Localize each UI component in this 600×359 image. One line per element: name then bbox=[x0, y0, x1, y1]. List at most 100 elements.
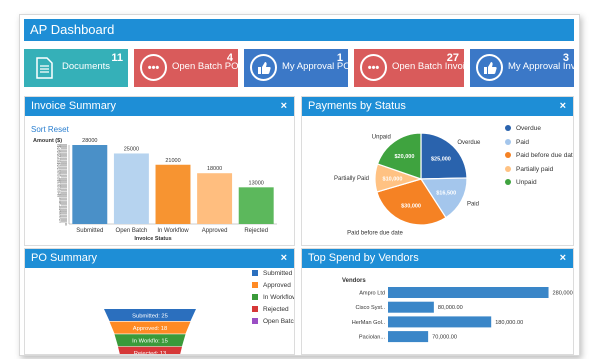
tile-my-approval-pos-label: My Approval POs bbox=[282, 61, 356, 72]
po-summary-legend: Submitted Approved In Workflow Rejected Open… bbox=[252, 270, 295, 330]
legend-item-paid[interactable]: Paid bbox=[505, 138, 573, 153]
vendor-bar-cisco-syst bbox=[388, 301, 434, 313]
tile-my-approval-invoices[interactable]: My Approval Invoices 3 bbox=[470, 49, 579, 87]
legend-item-overdue[interactable]: Overdue bbox=[505, 125, 573, 139]
vendor-value-label: 280,000.00 bbox=[553, 291, 574, 297]
x-tick-label: Rejected bbox=[244, 228, 268, 234]
pie-outer-label: Paid before due date bbox=[347, 231, 403, 237]
legend-label: Rejected bbox=[263, 306, 289, 313]
pie-value-label: $16,500 bbox=[436, 190, 456, 196]
invoice-summary-panel: Invoice Summary × Sort Reset Amount ($) 0… bbox=[24, 96, 295, 246]
thumbs-up-icon bbox=[250, 54, 277, 81]
top-spend-title: Top Spend by Vendors bbox=[308, 252, 419, 264]
more-icon: ••• bbox=[360, 54, 387, 81]
invoice-summary-close-button[interactable]: × bbox=[281, 97, 287, 116]
legend-item-submitted[interactable]: Submitted bbox=[252, 270, 294, 282]
po-summary-header: PO Summary × bbox=[25, 249, 294, 268]
legend-item-rejected[interactable]: Rejected bbox=[252, 306, 294, 318]
funnel-label: Submitted: 25 bbox=[132, 313, 168, 319]
pie-outer-label: Unpaid bbox=[372, 135, 391, 141]
legend-item-partially-paid[interactable]: Partially paid bbox=[505, 165, 573, 180]
top-spend-chart: Vendors Ampro Ltd 280,000.00 Cisco Syst.. 80… bbox=[342, 278, 574, 343]
y-tick-label: 28000 bbox=[57, 143, 67, 147]
funnel-label: Approved: 18 bbox=[133, 326, 167, 332]
tile-my-approval-invoices-count: 3 bbox=[562, 52, 569, 64]
legend-item-paid-before-due-date[interactable]: Paid before due date bbox=[505, 152, 574, 166]
pie-value-label: $10,000 bbox=[383, 176, 403, 182]
funnel-label: Rejected: 13 bbox=[134, 351, 167, 355]
tile-my-approval-invoices-label: My Approval Invoices bbox=[508, 61, 580, 72]
pie-value-label: $30,000 bbox=[401, 204, 421, 210]
pie-outer-label: Paid bbox=[467, 201, 479, 207]
legend-label: Unpaid bbox=[516, 179, 537, 186]
legend-marker bbox=[252, 282, 258, 289]
legend-marker bbox=[505, 138, 511, 145]
po-summary-panel: PO Summary × Submitted: 25 Approved: 18 In… bbox=[24, 248, 295, 355]
bar-value-label: 25000 bbox=[124, 146, 139, 152]
tile-open-batch-invoices[interactable]: ••• Open Batch Invoices 27 bbox=[354, 49, 480, 87]
vendor-label: HerMan Gol.. bbox=[352, 320, 386, 326]
vendor-value-label: 80,000.00 bbox=[438, 305, 463, 311]
x-tick-label: Open Batch bbox=[116, 228, 148, 234]
invoice-summary-title: Invoice Summary bbox=[31, 100, 116, 112]
tile-my-approval-pos[interactable]: My Approval POs 1 bbox=[244, 49, 355, 87]
legend-label: Open Batch bbox=[263, 318, 295, 325]
dashboard-title: AP Dashboard bbox=[24, 19, 574, 41]
payments-status-header: Payments by Status × bbox=[302, 97, 573, 116]
bar-value-label: 18000 bbox=[207, 166, 222, 172]
y-axis-label: Vendors bbox=[342, 278, 366, 284]
x-tick-label: Submitted bbox=[76, 228, 103, 234]
po-summary-title: PO Summary bbox=[31, 252, 98, 264]
bar-value-label: 21000 bbox=[165, 158, 180, 164]
tile-open-batch-pos-count: 4 bbox=[226, 52, 233, 64]
tile-documents[interactable]: Documents 11 bbox=[24, 49, 128, 87]
x-tick-label: Approved bbox=[202, 228, 228, 234]
payments-status-legend: Overdue Paid Paid before due date Partially… bbox=[505, 125, 574, 193]
sort-reset-link[interactable]: Sort Reset bbox=[31, 125, 69, 134]
legend-item-approved[interactable]: Approved bbox=[252, 282, 294, 294]
dashboard-window: AP Dashboard Documents 11 ••• Open Batch… bbox=[19, 14, 580, 356]
vendor-bar-ampro-ltd bbox=[388, 287, 549, 298]
thumbs-up-icon bbox=[476, 54, 503, 81]
bar-value-label: 28000 bbox=[82, 138, 97, 144]
bar-open-batch bbox=[113, 153, 149, 224]
legend-marker bbox=[252, 318, 258, 325]
legend-label: Paid before due date bbox=[516, 152, 574, 159]
legend-item-in-workflow[interactable]: In Workflow bbox=[252, 294, 295, 306]
document-icon bbox=[30, 54, 57, 81]
legend-marker bbox=[505, 179, 511, 186]
top-spend-close-button[interactable]: × bbox=[560, 249, 566, 268]
payments-status-close-button[interactable]: × bbox=[560, 97, 566, 116]
more-icon: ••• bbox=[140, 54, 167, 81]
tile-documents-label: Documents bbox=[62, 61, 111, 72]
pie-value-label: $25,000 bbox=[431, 157, 451, 163]
bar-in-workflow bbox=[155, 164, 191, 224]
bar-rejected bbox=[238, 187, 274, 224]
tile-documents-count: 11 bbox=[111, 52, 123, 64]
legend-label: Overdue bbox=[516, 125, 541, 132]
funnel-label: In Workflo: 15 bbox=[132, 339, 168, 345]
legend-label: Submitted bbox=[263, 270, 293, 277]
legend-label: In Workflow bbox=[263, 294, 295, 301]
legend-item-open-batch[interactable]: Open Batch bbox=[252, 318, 295, 330]
bar-submitted bbox=[72, 145, 108, 224]
legend-marker bbox=[252, 270, 258, 277]
legend-label: Partially paid bbox=[516, 165, 554, 173]
tile-open-batch-invoices-count: 27 bbox=[446, 52, 459, 64]
vendor-bar-herman-gol bbox=[388, 316, 492, 328]
tile-my-approval-pos-count: 1 bbox=[336, 52, 343, 64]
legend-marker bbox=[505, 152, 511, 159]
legend-marker bbox=[252, 306, 258, 313]
top-spend-panel: Top Spend by Vendors × Vendors Ampro Ltd 2… bbox=[301, 248, 574, 355]
bar-approved bbox=[197, 173, 233, 224]
vendor-value-label: 180,000.00 bbox=[495, 320, 523, 326]
po-summary-close-button[interactable]: × bbox=[281, 249, 287, 268]
pie-outer-label: Overdue bbox=[457, 140, 481, 146]
legend-item-unpaid[interactable]: Unpaid bbox=[505, 179, 573, 193]
tile-open-batch-pos[interactable]: ••• Open Batch POs 4 bbox=[134, 49, 243, 87]
legend-marker bbox=[252, 294, 258, 301]
vendor-label: Cisco Syst.. bbox=[355, 305, 385, 311]
vendor-label: Paciolan... bbox=[359, 335, 386, 341]
tile-open-batch-invoices-label: Open Batch Invoices bbox=[392, 61, 480, 72]
top-spend-header: Top Spend by Vendors × bbox=[302, 249, 573, 268]
